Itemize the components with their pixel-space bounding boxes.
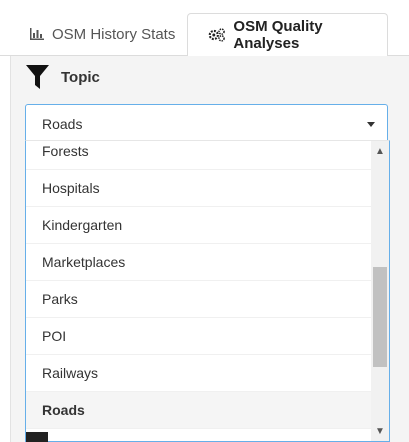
option-hospitals[interactable]: Hospitals (26, 170, 372, 207)
topic-dropdown-list: Forests Hospitals Kindergarten Marketpla… (25, 140, 390, 442)
tab-bar: OSM History Stats OSM Quality Analyses (0, 0, 409, 56)
tab-osm-history-stats[interactable]: OSM History Stats (18, 13, 186, 55)
tab-label: OSM History Stats (52, 25, 176, 43)
filter-icon (26, 65, 49, 89)
chevron-down-icon[interactable] (367, 122, 375, 127)
option-forests[interactable]: Forests (26, 141, 372, 170)
topic-label: Topic (61, 68, 100, 86)
topic-select-value: Roads (42, 115, 83, 132)
bar-chart-icon (30, 28, 44, 40)
tab-osm-quality-analyses[interactable]: OSM Quality Analyses (187, 13, 388, 56)
scrollbar-thumb[interactable] (373, 267, 387, 367)
tab-label: OSM Quality Analyses (233, 18, 323, 52)
option-poi[interactable]: POI (26, 318, 372, 355)
option-marketplaces[interactable]: Marketplaces (26, 244, 372, 281)
chevron-down-icon[interactable]: ▼ (371, 423, 389, 439)
gears-icon (208, 28, 225, 42)
partially-hidden-icon (26, 432, 48, 442)
option-kindergarten[interactable]: Kindergarten (26, 207, 372, 244)
option-roads[interactable]: Roads (26, 392, 372, 429)
option-railways[interactable]: Railways (26, 355, 372, 392)
option-parks[interactable]: Parks (26, 281, 372, 318)
topic-select[interactable]: Roads (25, 104, 388, 142)
topic-header: Topic (26, 64, 100, 90)
chevron-up-icon[interactable]: ▲ (371, 143, 389, 159)
dropdown-scrollbar[interactable]: ▲ ▼ (371, 141, 389, 441)
